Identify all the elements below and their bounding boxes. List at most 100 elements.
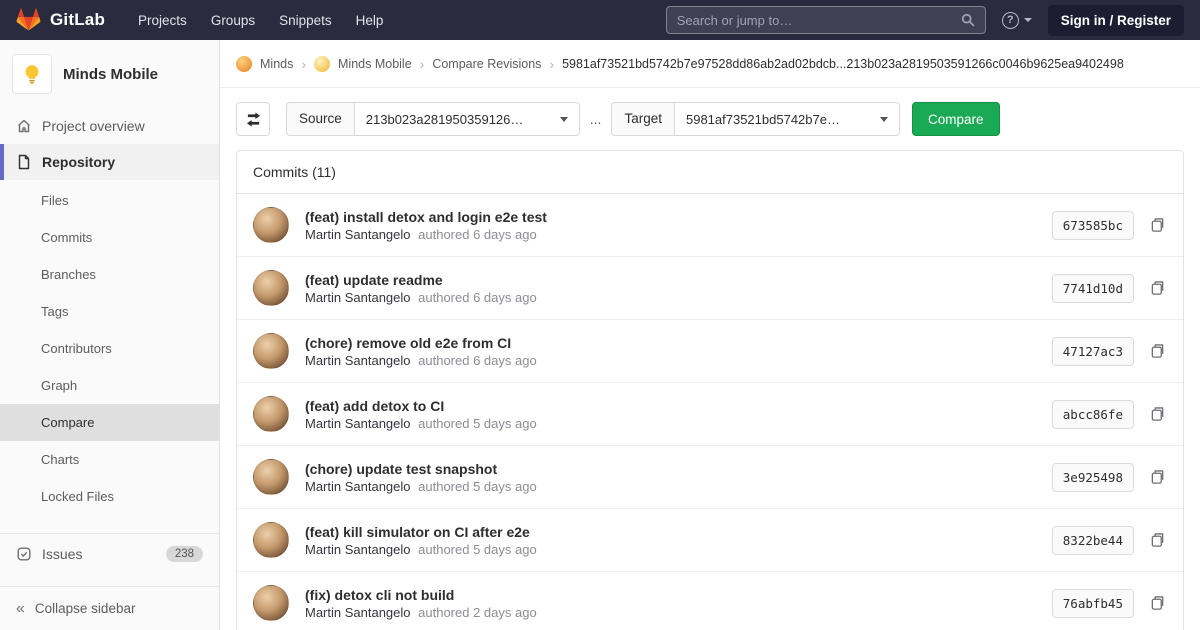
commit-sha-link[interactable]: 76abfb45	[1051, 588, 1134, 618]
gitlab-logo[interactable]: GitLab	[16, 8, 105, 32]
target-label: Target	[611, 102, 674, 136]
commit-title-link[interactable]: (feat) add detox to CI	[305, 398, 444, 414]
sidebar-item-commits[interactable]: Commits	[0, 219, 219, 256]
issues-icon	[16, 546, 32, 562]
commit-title-link[interactable]: (feat) kill simulator on CI after e2e	[305, 524, 530, 540]
copy-sha-button[interactable]	[1148, 593, 1167, 613]
copy-sha-button[interactable]	[1148, 278, 1167, 298]
commit-row: (chore) update test snapshot Martin Sant…	[237, 446, 1183, 509]
commit-authored-time: authored 6 days ago	[418, 289, 537, 305]
sidebar-item-locked-files[interactable]: Locked Files	[0, 478, 219, 515]
commit-sha-link[interactable]: 47127ac3	[1051, 336, 1134, 366]
compare-button[interactable]: Compare	[911, 102, 1000, 136]
nav-item-groups[interactable]: Groups	[200, 7, 266, 34]
collapse-sidebar-button[interactable]: « Collapse sidebar	[0, 586, 219, 630]
sidebar-item-tags[interactable]: Tags	[0, 293, 219, 330]
sidebar-nav: Project overview Repository Files Commit…	[0, 108, 219, 574]
sidebar-item-contributors[interactable]: Contributors	[0, 330, 219, 367]
commit-authored-time: authored 5 days ago	[418, 541, 537, 557]
commit-author-link[interactable]: Martin Santangelo	[305, 416, 411, 431]
copy-sha-button[interactable]	[1148, 215, 1167, 235]
commit-sha-link[interactable]: 3e925498	[1051, 462, 1134, 492]
copy-sha-button[interactable]	[1148, 530, 1167, 550]
commit-info: (feat) add detox to CI Martin Santangelo…	[305, 398, 1052, 431]
sidebar-item-label: Repository	[42, 154, 116, 170]
copy-sha-button[interactable]	[1148, 467, 1167, 487]
sidebar-item-graph[interactable]: Graph	[0, 367, 219, 404]
commit-sha-link[interactable]: 7741d10d	[1051, 273, 1134, 303]
commit-list: (feat) install detox and login e2e test …	[237, 194, 1183, 630]
source-revision-value: 213b023a281950359126…	[365, 111, 524, 127]
breadcrumb-revisions-range: 5981af73521bd5742b7e97528dd86ab2ad02bdcb…	[562, 56, 1124, 71]
repository-icon	[16, 154, 32, 170]
project-header[interactable]: Minds Mobile	[0, 40, 219, 108]
clipboard-icon	[1150, 595, 1165, 611]
collapse-sidebar-label: Collapse sidebar	[34, 601, 136, 616]
nav-item-projects[interactable]: Projects	[127, 7, 198, 34]
commit-info: (feat) kill simulator on CI after e2e Ma…	[305, 524, 1052, 557]
commit-info: (feat) update readme Martin Santangelo a…	[305, 272, 1052, 305]
top-navbar: GitLab Projects Groups Snippets Help ? S…	[0, 0, 1200, 40]
copy-sha-button[interactable]	[1148, 404, 1167, 424]
commit-row: (feat) kill simulator on CI after e2e Ma…	[237, 509, 1183, 572]
commit-author-link[interactable]: Martin Santangelo	[305, 353, 411, 368]
sidebar-item-issues[interactable]: Issues 238	[0, 533, 219, 574]
revision-range-dots: ...	[589, 111, 602, 127]
commit-sha-link[interactable]: abcc86fe	[1051, 399, 1134, 429]
help-dropdown[interactable]: ?	[1001, 11, 1032, 29]
sidebar-item-project-overview[interactable]: Project overview	[0, 108, 219, 144]
project-name: Minds Mobile	[63, 65, 158, 83]
commit-row: (feat) install detox and login e2e test …	[237, 194, 1183, 257]
sidebar-item-label: Issues	[42, 546, 83, 562]
author-avatar	[253, 333, 289, 369]
breadcrumb-project-link[interactable]: Minds Mobile	[338, 57, 412, 71]
commit-title-link[interactable]: (chore) remove old e2e from CI	[305, 335, 511, 351]
swap-arrows-icon	[245, 111, 262, 127]
commit-sha-link[interactable]: 8322be44	[1051, 525, 1134, 555]
nav-item-snippets[interactable]: Snippets	[268, 7, 343, 34]
clipboard-icon	[1150, 532, 1165, 548]
commit-row: (feat) add detox to CI Martin Santangelo…	[237, 383, 1183, 446]
sidebar-item-files[interactable]: Files	[0, 182, 219, 219]
commit-author-link[interactable]: Martin Santangelo	[305, 479, 411, 494]
commit-sha-link[interactable]: 673585bc	[1051, 210, 1134, 240]
sidebar-item-charts[interactable]: Charts	[0, 441, 219, 478]
author-avatar	[253, 396, 289, 432]
swap-revisions-button[interactable]	[236, 102, 270, 136]
commit-author-link[interactable]: Martin Santangelo	[305, 227, 411, 242]
search-box	[665, 6, 986, 34]
author-avatar	[253, 459, 289, 495]
commit-title-link[interactable]: (feat) update readme	[305, 272, 443, 288]
source-label: Source	[286, 102, 354, 136]
breadcrumb-group-link[interactable]: Minds	[260, 57, 293, 71]
target-revision-dropdown[interactable]: 5981af73521bd5742b7e…	[673, 102, 900, 136]
target-revision-value: 5981af73521bd5742b7e…	[685, 111, 840, 127]
home-icon	[16, 118, 32, 134]
breadcrumb-separator-icon: ›	[419, 55, 425, 72]
commit-author-link[interactable]: Martin Santangelo	[305, 542, 411, 557]
search-input[interactable]	[676, 12, 961, 28]
commit-meta: Martin Santangelo authored 6 days ago	[305, 227, 1052, 242]
commit-meta: Martin Santangelo authored 6 days ago	[305, 290, 1052, 305]
commit-meta: Martin Santangelo authored 5 days ago	[305, 542, 1052, 557]
nav-item-help[interactable]: Help	[345, 7, 395, 34]
source-revision-dropdown[interactable]: 213b023a281950359126…	[353, 102, 580, 136]
chevron-down-icon	[879, 116, 888, 122]
sidebar-item-repository[interactable]: Repository	[0, 144, 219, 180]
sign-in-button[interactable]: Sign in / Register	[1047, 4, 1184, 36]
commit-author-link[interactable]: Martin Santangelo	[305, 605, 411, 620]
breadcrumb-page-link[interactable]: Compare Revisions	[432, 57, 541, 71]
compare-form: Source 213b023a281950359126… ... Target …	[220, 88, 1200, 136]
question-icon: ?	[1001, 11, 1019, 29]
copy-sha-button[interactable]	[1148, 341, 1167, 361]
commit-title-link[interactable]: (chore) update test snapshot	[305, 461, 497, 477]
sidebar-item-branches[interactable]: Branches	[0, 256, 219, 293]
sidebar-item-compare[interactable]: Compare	[0, 404, 219, 441]
clipboard-icon	[1150, 469, 1165, 485]
commit-title-link[interactable]: (feat) install detox and login e2e test	[305, 209, 547, 225]
commit-title-link[interactable]: (fix) detox cli not build	[305, 587, 454, 603]
commit-author-link[interactable]: Martin Santangelo	[305, 290, 411, 305]
clipboard-icon	[1150, 280, 1165, 296]
author-avatar	[253, 522, 289, 558]
commit-authored-time: authored 5 days ago	[418, 415, 537, 431]
